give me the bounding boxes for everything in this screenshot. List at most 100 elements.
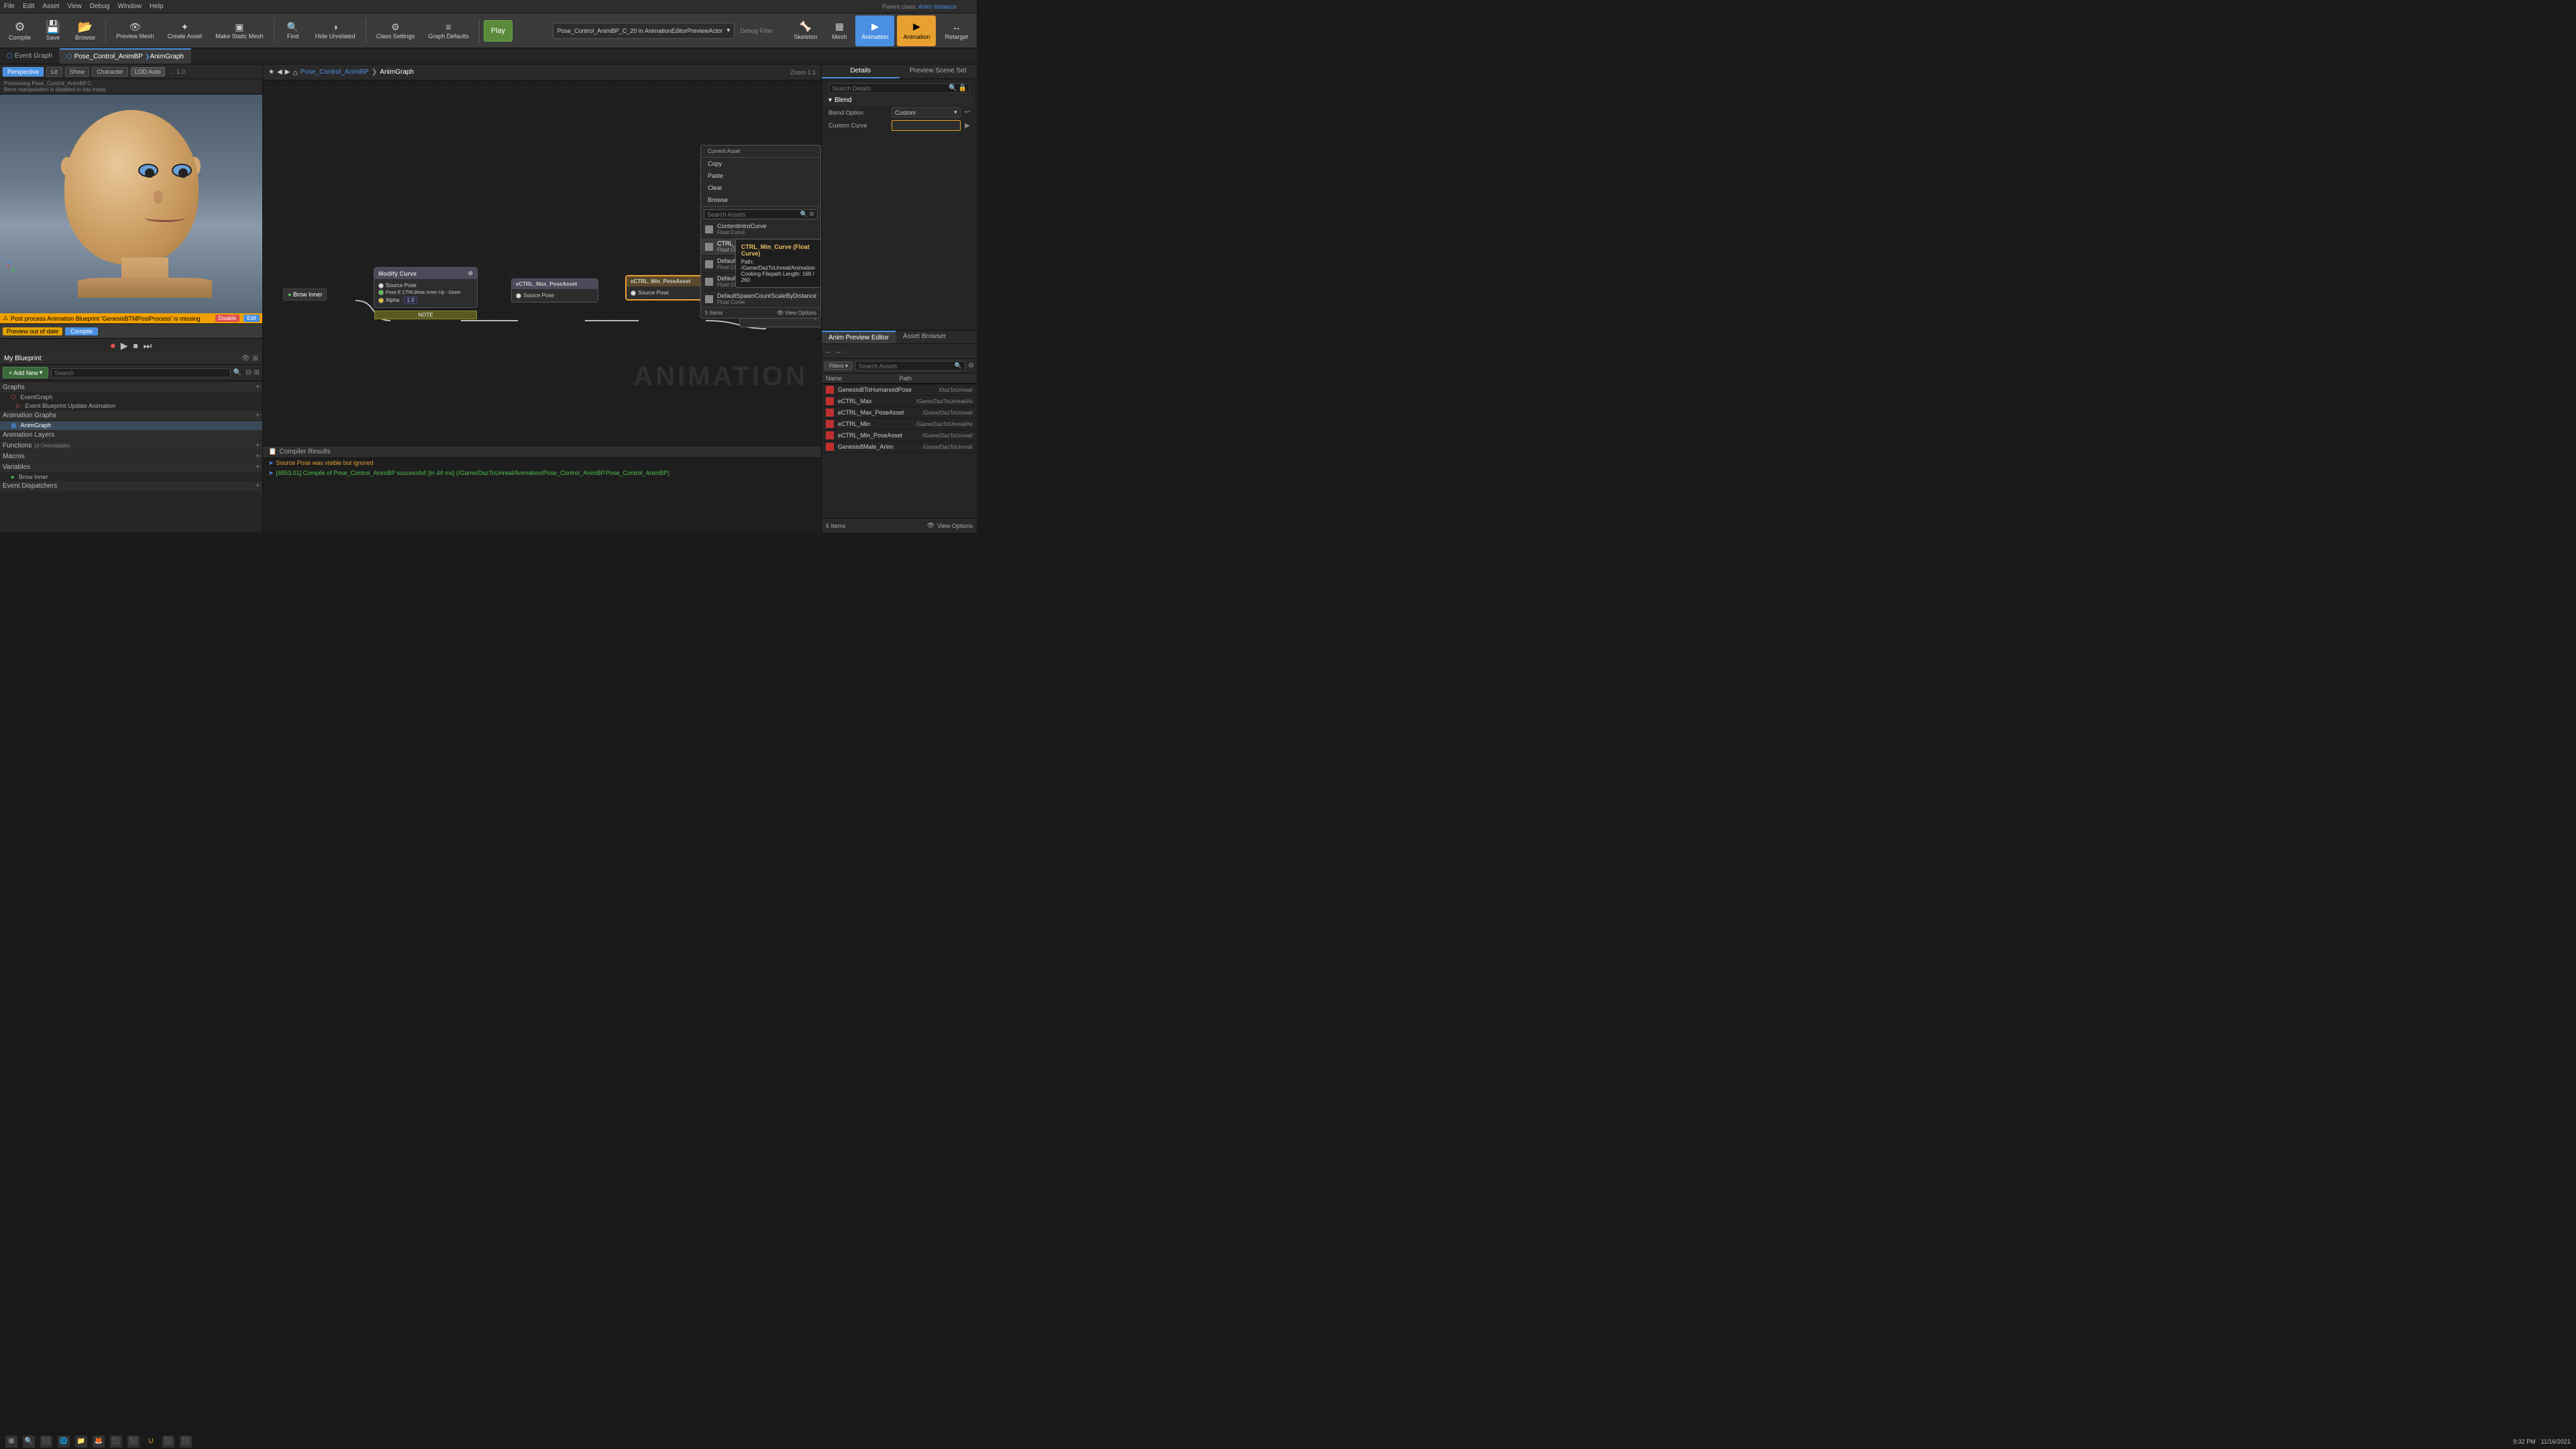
forward-button[interactable]: ⏭	[142, 340, 154, 352]
actor-dropdown[interactable]: Pose_Control_AnimBP_C_20 in AnimationEdi…	[553, 23, 735, 39]
retarget-button[interactable]: ↔ Retarget	[938, 15, 974, 46]
explorer-icon[interactable]: 📁	[75, 1436, 87, 1448]
menu-window[interactable]: Window	[117, 3, 142, 10]
asset-row-5[interactable]: Genesis8Male_Anim /Game/DazToUnreal/	[822, 441, 977, 453]
play-button[interactable]: Play	[484, 20, 513, 42]
3d-viewport[interactable]: x y z	[0, 95, 262, 313]
macros-add-icon[interactable]: +	[256, 453, 260, 460]
edit-button[interactable]: Edit	[244, 315, 260, 322]
details-tab[interactable]: Details	[822, 64, 900, 78]
view-options-label[interactable]: View Options	[937, 523, 973, 529]
search-taskbar[interactable]: 🔍	[23, 1436, 35, 1448]
brow-inner-variable[interactable]: ● Brow Inner	[0, 473, 262, 481]
animation-layers-section[interactable]: Animation Layers	[0, 430, 262, 440]
event-dispatchers-section[interactable]: Event Dispatchers +	[0, 481, 262, 491]
app-4[interactable]: ⬛	[180, 1436, 192, 1448]
animation-2-button[interactable]: ▶ Animation	[897, 15, 936, 46]
browse-button[interactable]: 📂 Browse	[69, 15, 101, 46]
menu-asset[interactable]: Asset	[42, 3, 59, 10]
add-new-button[interactable]: + Add New ▾	[3, 367, 48, 378]
lod-auto-button[interactable]: LOD Auto	[131, 67, 165, 76]
animgraph-item[interactable]: ▦ AnimGraph	[0, 421, 262, 430]
compile-button[interactable]: ⚙ Compile	[3, 15, 37, 46]
menu-file[interactable]: File	[4, 3, 15, 10]
firefox-icon[interactable]: 🦊	[93, 1436, 105, 1448]
asset-row-3[interactable]: eCTRL_Min /Game/DazToUnreal/As	[822, 419, 977, 430]
curve-arrow-icon[interactable]: ▶	[965, 122, 970, 129]
ctrl-max-node[interactable]: eCTRL_Max_PoseAsset Source Pose	[511, 278, 598, 303]
asset-browser-tab[interactable]: Asset Browser	[896, 331, 953, 343]
app-3[interactable]: ⬛	[162, 1436, 174, 1448]
save-button[interactable]: 💾 Save	[38, 15, 68, 46]
asset-row-2[interactable]: eCTRL_Max_PoseAsset /Game/DazToUnreal/	[822, 407, 977, 419]
macros-section[interactable]: Macros +	[0, 451, 262, 462]
graphs-section[interactable]: Graphs +	[0, 382, 262, 392]
asset-settings-icon[interactable]: ⚙	[968, 362, 974, 370]
perspective-button[interactable]: Perspective	[3, 67, 44, 76]
class-settings-button[interactable]: ⚙ Class Settings	[370, 15, 421, 46]
app-2[interactable]: ⬛	[127, 1436, 140, 1448]
asset-nav-fwd[interactable]: →	[835, 347, 842, 356]
lit-button[interactable]: Lit	[46, 67, 62, 76]
asset-row-4[interactable]: eCTRL_Min_PoseAsset /Game/DazToUnreal/	[822, 430, 977, 441]
blueprint-search[interactable]	[51, 368, 230, 378]
skeleton-button[interactable]: 🦴 Skeleton	[788, 15, 823, 46]
variables-section[interactable]: Variables +	[0, 462, 262, 472]
eventgraph-item[interactable]: ⬡ EventGraph	[0, 393, 262, 402]
edge-icon[interactable]: 🌐	[58, 1436, 70, 1448]
filters-button[interactable]: Filters ▾	[824, 362, 853, 370]
variables-add-icon[interactable]: +	[256, 464, 260, 471]
menu-help[interactable]: Help	[150, 3, 164, 10]
blend-option-dropdown[interactable]: Custom ▾	[892, 107, 961, 117]
alpha-value[interactable]: 1.0	[404, 297, 417, 304]
blend-section-header[interactable]: ▾ Blend	[824, 95, 974, 106]
tab-event-graph[interactable]: ⬡ Event Graph	[0, 48, 60, 64]
stop-button[interactable]: ⏹	[132, 340, 140, 352]
hide-unrelated-button[interactable]: ◑ Hide Unrelated	[309, 15, 362, 46]
details-search-input[interactable]	[832, 85, 949, 92]
animation-graphs-add-icon[interactable]: +	[256, 412, 260, 419]
menu-view[interactable]: View	[67, 3, 82, 10]
find-button[interactable]: 🔍 Find	[278, 15, 308, 46]
menu-debug[interactable]: Debug	[90, 3, 109, 10]
nav-back-btn[interactable]: ◀	[277, 68, 282, 76]
modify-curve-node[interactable]: Modify Curve ⊕ Source Pose Pose E CTRLBr…	[374, 267, 478, 308]
graph-defaults-button[interactable]: ≡ Graph Defaults	[422, 15, 475, 46]
custom-curve-field[interactable]	[892, 120, 961, 131]
record-button[interactable]: ⏺	[109, 340, 117, 352]
animation-graphs-section[interactable]: Animation Graphs +	[0, 411, 262, 421]
asset-search-input[interactable]	[859, 363, 955, 370]
disable-button[interactable]: Disable	[215, 315, 240, 322]
app-1[interactable]: ⬛	[110, 1436, 122, 1448]
preview-mesh-button[interactable]: 👁 Preview Mesh	[110, 15, 160, 46]
compile-preview-button[interactable]: Compile	[65, 327, 98, 335]
create-asset-button[interactable]: ✦ Create Asset	[162, 15, 209, 46]
asset-row-0[interactable]: GenesisBToHumanoidPose /DazToUnreal/	[822, 384, 977, 396]
event-bp-update-item[interactable]: ▷ Event Blueprint Update Animation	[0, 402, 262, 411]
reset-blend-icon[interactable]: ↩	[965, 109, 970, 116]
functions-section[interactable]: Functions (4 Overridable) +	[0, 441, 262, 451]
tab-anim-graph[interactable]: ⬡ Pose_Control_AnimBP ❯ AnimGraph	[60, 48, 191, 64]
star-icon[interactable]: ★	[268, 68, 274, 76]
nav-fwd-btn[interactable]: ▶	[285, 68, 290, 76]
preview-scene-tab[interactable]: Preview Scene Set	[900, 64, 977, 78]
ctrl-min-node[interactable]: eCTRL_Min_PoseAsset Source Pose	[625, 275, 712, 301]
graphs-add-icon[interactable]: +	[256, 384, 260, 391]
task-view[interactable]: ⬛	[40, 1436, 52, 1448]
mesh-button[interactable]: ▦ Mesh	[826, 15, 853, 46]
breadcrumb-current[interactable]: AnimGraph	[380, 68, 414, 76]
brow-inner-node[interactable]: ● Brow Inner	[283, 288, 327, 301]
asset-nav-back[interactable]: ←	[824, 347, 832, 356]
show-button[interactable]: Show	[65, 67, 90, 76]
start-button[interactable]: ⊞	[5, 1436, 17, 1448]
functions-add-icon[interactable]: +	[256, 442, 260, 449]
event-dispatchers-add-icon[interactable]: +	[256, 482, 260, 490]
play-pause-button[interactable]: ▶	[119, 340, 129, 352]
unreal-icon[interactable]: U	[145, 1436, 157, 1448]
breadcrumb-root[interactable]: Pose_Control_AnimBP	[301, 68, 369, 76]
asset-row-1[interactable]: eCTRL_Max /Game/DazToUnreal/As	[822, 396, 977, 407]
character-button[interactable]: Character	[92, 67, 128, 76]
menu-edit[interactable]: Edit	[23, 3, 34, 10]
make-static-mesh-button[interactable]: ▣ Make Static Mesh	[209, 15, 270, 46]
anim-preview-editor-tab[interactable]: Anim Preview Editor	[822, 331, 896, 343]
